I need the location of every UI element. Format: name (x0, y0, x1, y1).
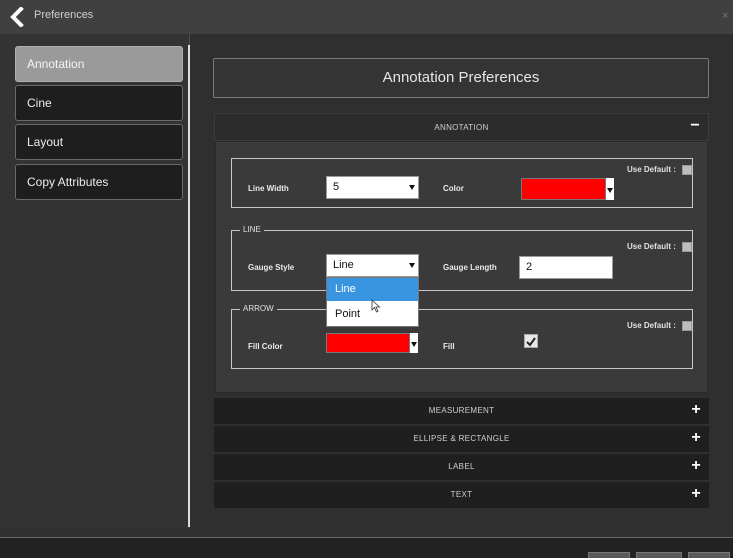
color-label: Color (443, 184, 464, 193)
arrow-legend: ARROW (240, 304, 277, 313)
color-dropdown[interactable] (606, 178, 614, 200)
fill-color-label: Fill Color (248, 342, 283, 351)
divider (188, 45, 190, 527)
window-title: Preferences (34, 9, 94, 21)
plus-icon[interactable]: + (691, 482, 701, 506)
use-default-checkbox[interactable] (682, 242, 692, 252)
fill-color-dropdown[interactable] (410, 333, 418, 353)
dropdown-option-line[interactable]: Line (327, 278, 418, 301)
use-default-label: Use Default : (627, 165, 676, 174)
section-label: MEASUREMENT (428, 406, 495, 415)
caret-down-icon (411, 342, 417, 347)
fill-checkbox[interactable] (524, 334, 538, 348)
footer-button[interactable] (636, 552, 682, 558)
gauge-style-label: Gauge Style (248, 263, 295, 272)
footer-button[interactable] (688, 552, 730, 558)
close-icon[interactable]: × (722, 10, 728, 22)
gauge-style-select[interactable]: Line (326, 254, 419, 277)
sidebar-item-copy-attributes[interactable]: Copy Attributes (15, 164, 183, 200)
plus-icon[interactable]: + (691, 454, 701, 478)
mouse-cursor-icon (371, 299, 381, 313)
section-annotation-header[interactable]: ANNOTATION − (214, 113, 709, 141)
fill-color-swatch[interactable] (326, 333, 410, 353)
footer-button[interactable] (588, 552, 630, 558)
sidebar-item-annotation[interactable]: Annotation (15, 46, 183, 82)
sidebar-item-cine[interactable]: Cine (15, 85, 183, 121)
caret-down-icon (607, 188, 613, 193)
fill-label: Fill (443, 342, 455, 351)
section-label: ANNOTATION (434, 123, 489, 132)
line-group (231, 230, 693, 291)
gauge-style-value: Line (333, 259, 354, 271)
use-default-label: Use Default : (627, 242, 676, 251)
section-ellipse-rectangle-header[interactable]: ELLIPSE & RECTANGLE + (214, 426, 709, 452)
section-label: ELLIPSE & RECTANGLE (413, 434, 510, 443)
section-label: LABEL (448, 462, 475, 471)
caret-down-icon (409, 263, 415, 268)
line-legend: LINE (240, 225, 264, 234)
section-text-header[interactable]: TEXT + (214, 482, 709, 508)
line-width-select[interactable]: 5 (326, 176, 419, 199)
gauge-length-input[interactable]: 2 (519, 256, 613, 279)
gauge-length-label: Gauge Length (443, 263, 497, 272)
minus-icon[interactable]: − (690, 114, 700, 138)
line-width-label: Line Width (248, 184, 289, 193)
plus-icon[interactable]: + (691, 426, 701, 450)
section-measurement-header[interactable]: MEASUREMENT + (214, 398, 709, 424)
caret-down-icon (409, 185, 415, 190)
use-default-checkbox[interactable] (682, 321, 692, 331)
color-swatch[interactable] (521, 178, 606, 200)
plus-icon[interactable]: + (691, 398, 701, 422)
section-label: TEXT (450, 490, 473, 499)
title-bar (0, 0, 733, 34)
chevron-left-icon[interactable] (8, 7, 28, 27)
sidebar-item-layout[interactable]: Layout (15, 124, 183, 160)
page-title: Annotation Preferences (213, 58, 709, 98)
line-width-value: 5 (333, 181, 340, 193)
checkmark-icon (526, 337, 536, 347)
arrow-group (231, 309, 693, 369)
use-default-checkbox[interactable] (682, 165, 692, 175)
use-default-label: Use Default : (627, 321, 676, 330)
section-label-header[interactable]: LABEL + (214, 454, 709, 480)
general-group (231, 158, 693, 208)
